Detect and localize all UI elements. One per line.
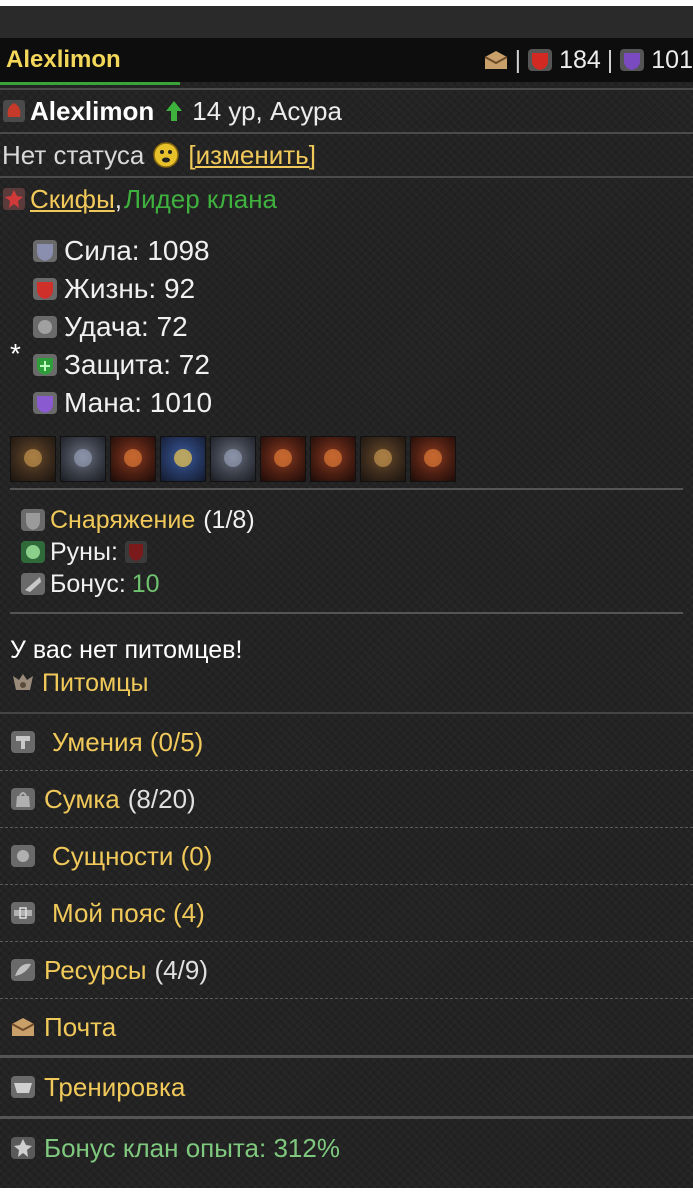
stat-strength-label: Сила: 1098 — [64, 235, 210, 266]
item-slot-boots[interactable] — [410, 436, 456, 482]
stat-defense-label: Защита: 72 — [64, 349, 210, 380]
stat-luck-label: Удача: 72 — [64, 311, 188, 342]
gear-row[interactable]: Снаряжение (1/8) — [20, 504, 693, 536]
top-resources: | 184 | 101 — [483, 46, 693, 75]
stat-mana-label: Мана: 1010 — [64, 387, 213, 418]
rune-icon — [21, 541, 45, 563]
pet-icon — [13, 674, 33, 690]
clan-row: Скифы , Лидер клана — [0, 178, 693, 220]
top-bar: Alexlimon | 184 | 101 — [0, 38, 693, 85]
menu-resources-label[interactable]: Ресурсы — [44, 955, 147, 986]
bag-icon — [11, 788, 35, 810]
bonus-value: 10 — [131, 569, 160, 598]
profile-header: Alexlimon 14 ур, Асура — [0, 90, 693, 132]
menu-resources[interactable]: Ресурсы (4/9) — [0, 941, 693, 998]
active-indicator — [0, 82, 180, 85]
strength-icon — [33, 240, 57, 262]
menu-bag[interactable]: Сумка (8/20) — [0, 770, 693, 827]
item-slot-armor[interactable] — [110, 436, 156, 482]
menu-training-label[interactable]: Тренировка — [44, 1072, 185, 1103]
mana-icon — [33, 392, 57, 414]
level-race: 14 ур, Асура — [192, 95, 342, 126]
menu-bag-count: (8/20) — [127, 783, 196, 814]
clan-bonus-icon — [11, 1137, 35, 1159]
menu-belt-label[interactable]: Мой пояс (4) — [52, 898, 205, 929]
change-status-link[interactable]: [изменить] — [188, 140, 316, 171]
pets-row[interactable]: Питомцы — [10, 666, 693, 700]
bonus-icon — [21, 573, 45, 595]
separator: | — [514, 45, 522, 74]
stat-strength: Сила: 1098 — [10, 232, 693, 270]
equipped-items — [0, 422, 693, 482]
health-icon — [528, 49, 553, 71]
gear-count: (1/8) — [203, 505, 255, 534]
profile-name: Alexlimon — [30, 95, 155, 126]
mail-icon — [11, 1018, 35, 1036]
mana-icon — [620, 49, 645, 71]
separator: | — [606, 45, 614, 74]
stat-mana: Мана: 1010 — [10, 384, 693, 422]
item-slot-helmet[interactable] — [60, 436, 106, 482]
health-value: 184 — [559, 45, 601, 74]
main-menu: Умения (0/5) Сумка (8/20) Сущности (0) М… — [0, 712, 693, 1177]
no-pets-message: У вас нет питомцев! — [10, 635, 243, 664]
stat-defense: Защита: 72 — [10, 346, 693, 384]
menu-clan-bonus: Бонус клан опыта: 312% — [0, 1116, 693, 1177]
item-slot-shield[interactable] — [160, 436, 206, 482]
training-icon — [11, 1076, 35, 1098]
pets-block: У вас нет питомцев! Питомцы — [0, 614, 693, 700]
top-player-name[interactable]: Alexlimon — [6, 46, 121, 74]
mana-value: 101 — [651, 45, 693, 74]
entities-icon — [11, 845, 35, 867]
clan-bonus-text: Бонус клан опыта: 312% — [44, 1132, 340, 1163]
item-slot-ring[interactable] — [310, 436, 356, 482]
item-slot-weapon[interactable] — [210, 436, 256, 482]
menu-resources-count: (4/9) — [154, 954, 208, 985]
stat-marker: * — [10, 338, 21, 369]
menu-entities-label[interactable]: Сущности (0) — [52, 841, 212, 872]
runes-row: Руны: — [20, 536, 693, 568]
menu-skills-label[interactable]: Умения (0/5) — [52, 727, 203, 758]
luck-icon — [33, 316, 57, 338]
clan-role: Лидер клана — [124, 183, 278, 214]
stats-block: * Сила: 1098 Жизнь: 92 Удача: 72 Защита:… — [0, 220, 693, 422]
life-icon — [33, 278, 57, 300]
clan-emblem-icon — [3, 188, 25, 210]
gear-icon — [21, 509, 45, 531]
status-text: Нет статуса — [2, 139, 145, 170]
menu-entities[interactable]: Сущности (0) — [0, 827, 693, 884]
menu-skills[interactable]: Умения (0/5) — [0, 712, 693, 770]
menu-belt[interactable]: Мой пояс (4) — [0, 884, 693, 941]
gear-link[interactable]: Снаряжение — [50, 506, 195, 535]
menu-training[interactable]: Тренировка — [0, 1055, 693, 1116]
stat-life-label: Жизнь: 92 — [64, 273, 196, 304]
clan-name-link[interactable]: Скифы — [30, 184, 115, 215]
defense-icon — [33, 354, 57, 376]
status-row: Нет статуса [изменить] — [0, 134, 693, 176]
race-icon — [3, 100, 25, 122]
belt-icon — [11, 902, 35, 924]
resources-icon — [11, 959, 35, 981]
item-slot-amulet[interactable] — [10, 436, 56, 482]
clan-comma: , — [114, 183, 122, 214]
bonus-row: Бонус: 10 — [20, 568, 693, 600]
stat-luck: Удача: 72 — [10, 308, 693, 346]
item-slot-belt[interactable] — [360, 436, 406, 482]
skills-icon — [11, 731, 35, 753]
menu-bag-label[interactable]: Сумка — [44, 784, 120, 815]
equipment-block: Снаряжение (1/8) Руны: Бонус: 10 — [0, 490, 693, 600]
menu-mail-label[interactable]: Почта — [44, 1012, 116, 1043]
game-frame: Alexlimon | 184 | 101 Alexlimon 14 ур, А… — [0, 6, 693, 1188]
smiley-icon — [153, 142, 180, 168]
rune-slot-icon[interactable] — [124, 540, 148, 564]
pets-link[interactable]: Питомцы — [42, 669, 148, 698]
bonus-label: Бонус: — [50, 569, 126, 598]
stat-life: Жизнь: 92 — [10, 270, 693, 308]
runes-label: Руны: — [50, 537, 118, 566]
level-up-arrow-icon — [166, 101, 183, 121]
menu-mail[interactable]: Почта — [0, 998, 693, 1055]
item-slot-gloves[interactable] — [260, 436, 306, 482]
mail-icon[interactable] — [483, 48, 509, 72]
top-gap — [0, 6, 693, 38]
